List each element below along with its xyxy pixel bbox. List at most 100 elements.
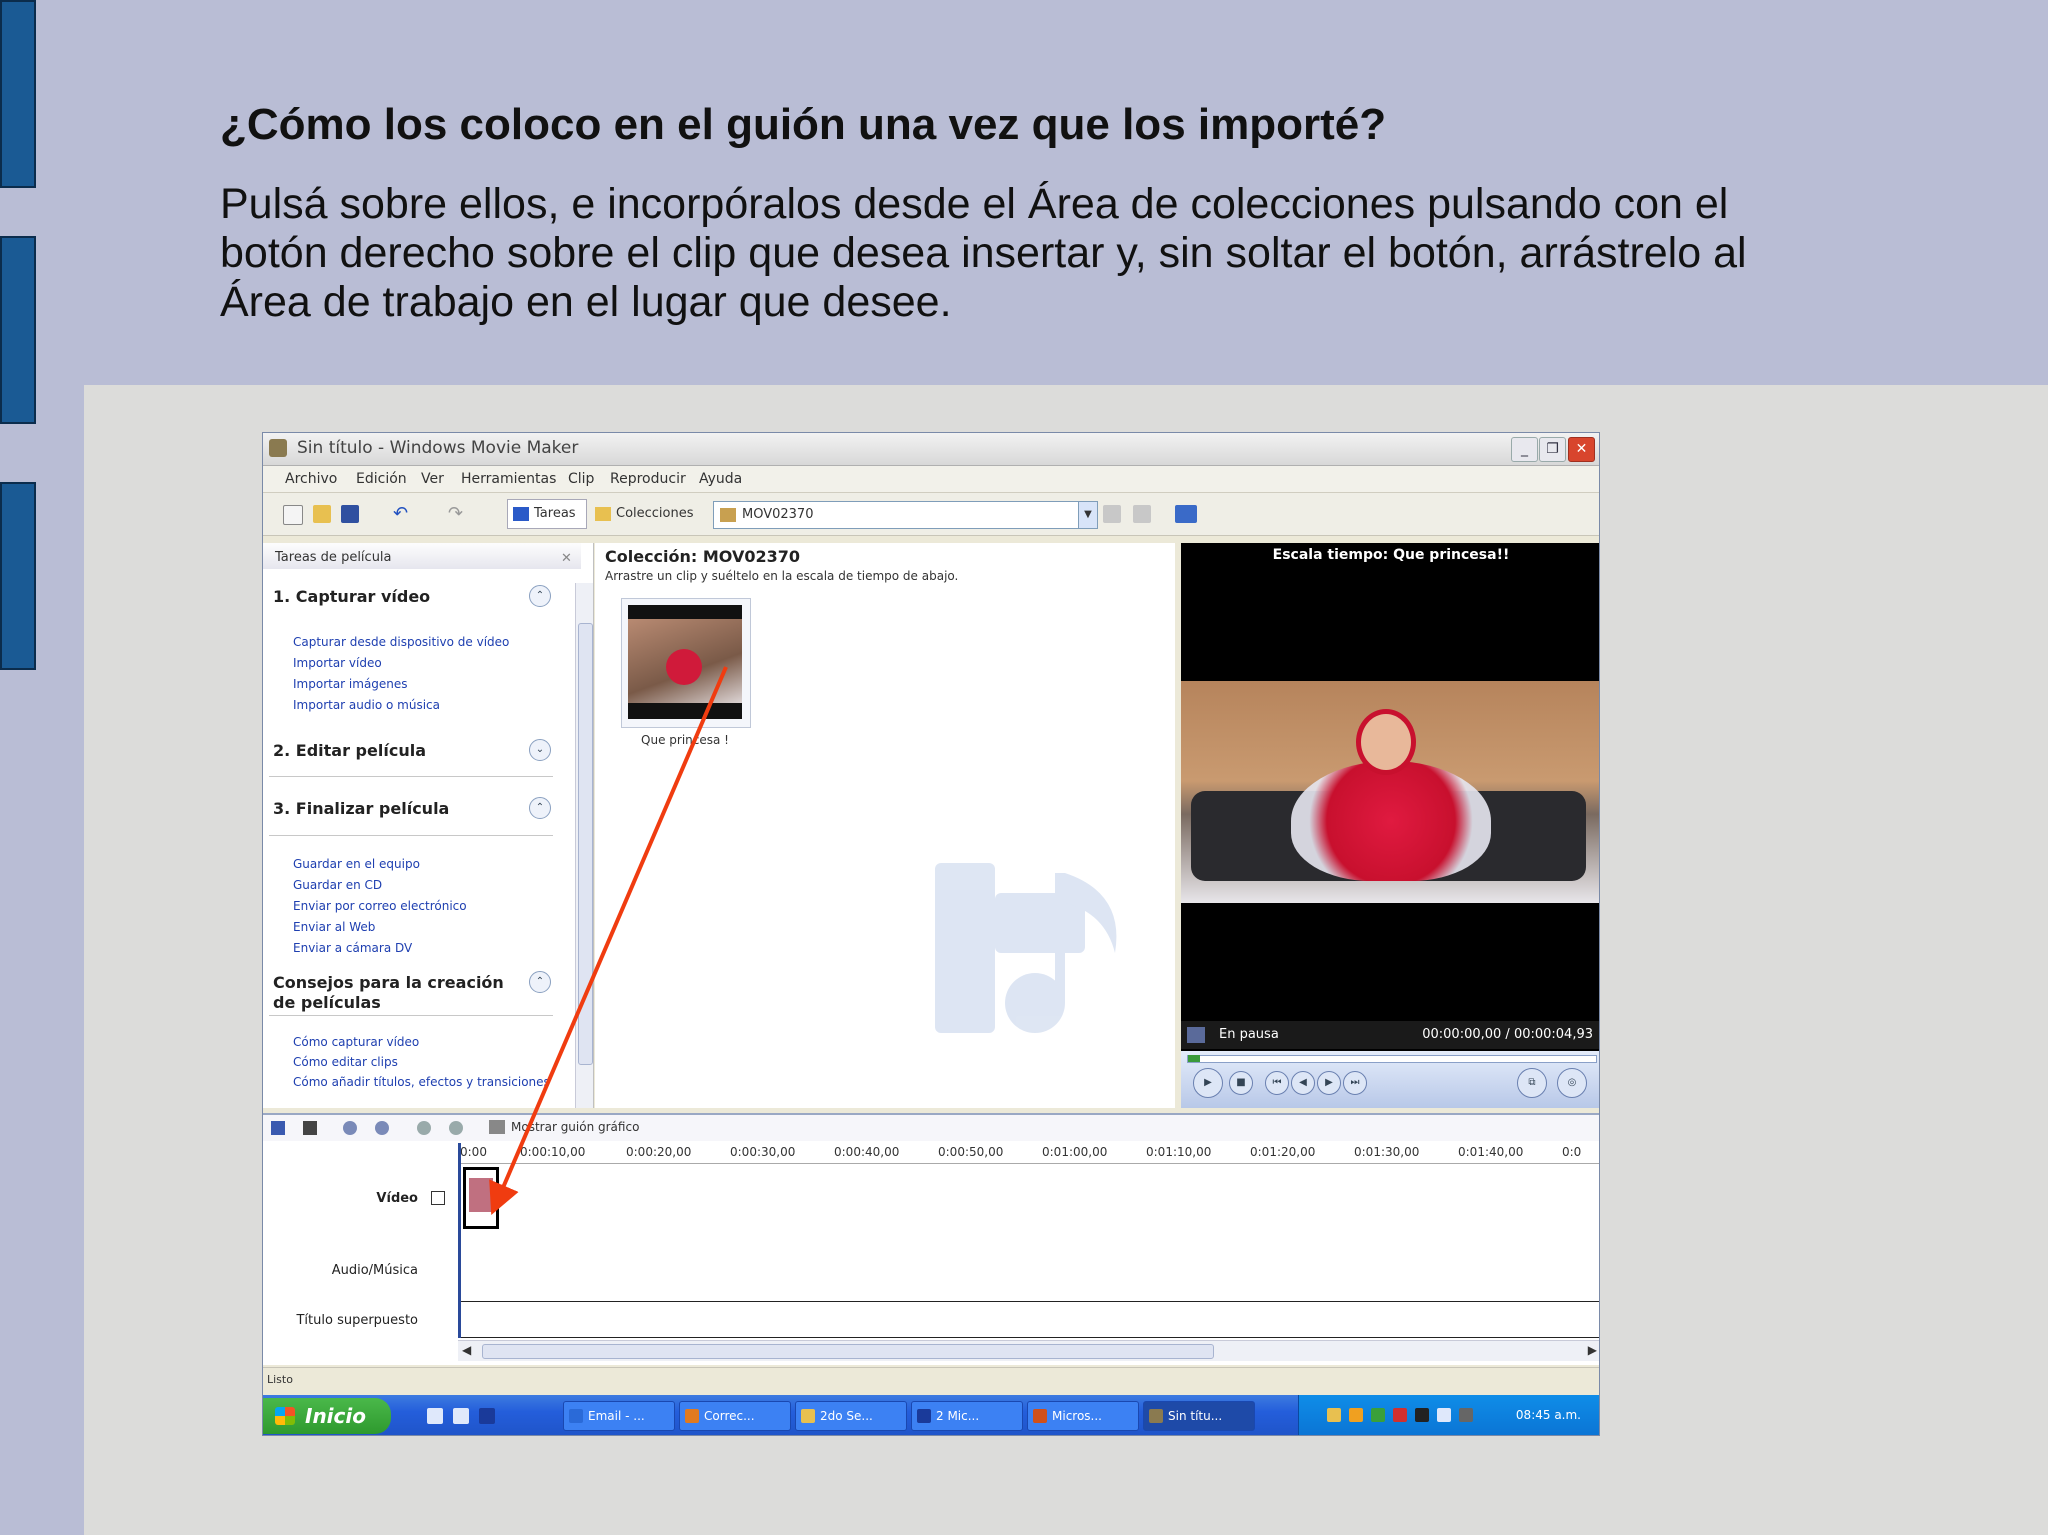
taskbar-folder[interactable]: 2do Se...: [795, 1401, 907, 1431]
track-divider: [458, 1301, 1599, 1302]
up-level-icon[interactable]: [1103, 505, 1121, 523]
collection-clip[interactable]: [621, 598, 751, 728]
word-quicklaunch-icon[interactable]: [479, 1408, 495, 1424]
taskbar-correo-label: Correc...: [704, 1409, 755, 1423]
track-divider: [458, 1337, 1599, 1338]
tasks-scrollbar[interactable]: [575, 583, 593, 1108]
minimize-button[interactable]: _: [1511, 437, 1538, 462]
task-link-save-cd[interactable]: Guardar en CD: [293, 878, 382, 892]
task-link-import-audio[interactable]: Importar audio o música: [293, 698, 440, 712]
ruler-tick: 0:0: [1562, 1145, 1582, 1159]
track-audio-label[interactable]: Audio/Música: [263, 1263, 418, 1278]
play-timeline-icon[interactable]: [449, 1121, 463, 1135]
collections-icon: [595, 507, 611, 521]
zoom-out-icon[interactable]: [375, 1121, 389, 1135]
chevron-up-icon[interactable]: ⌃: [529, 971, 551, 993]
tray-icon[interactable]: [1459, 1408, 1473, 1422]
collection-select[interactable]: MOV02370 ▼: [713, 501, 1098, 529]
snapshot-icon[interactable]: ◎: [1557, 1068, 1587, 1098]
menu-edicion[interactable]: Edición: [356, 471, 407, 487]
seek-bar[interactable]: [1187, 1055, 1597, 1063]
scrollbar-thumb[interactable]: [482, 1344, 1214, 1359]
new-file-icon[interactable]: [283, 505, 303, 525]
previous-frame-icon[interactable]: ⏮: [1265, 1071, 1289, 1095]
task-link-save-computer[interactable]: Guardar en el equipo: [293, 857, 420, 871]
chevron-down-icon[interactable]: ⌄: [529, 739, 551, 761]
playhead[interactable]: [458, 1143, 461, 1338]
zoom-in-icon[interactable]: [343, 1121, 357, 1135]
media-quicklaunch-icon[interactable]: [453, 1408, 469, 1424]
task-link-send-dv[interactable]: Enviar a cámara DV: [293, 941, 412, 955]
tray-icon[interactable]: [1327, 1408, 1341, 1422]
stop-icon[interactable]: ■: [1229, 1071, 1253, 1095]
tray-icon[interactable]: [1393, 1408, 1407, 1422]
task-link-import-images[interactable]: Importar imágenes: [293, 677, 408, 691]
taskbar-email[interactable]: Email - ...: [563, 1401, 675, 1431]
open-folder-icon[interactable]: [313, 505, 331, 523]
chevron-up-icon[interactable]: ⌃: [529, 797, 551, 819]
track-video-label[interactable]: Vídeo: [263, 1191, 418, 1206]
seek-handle[interactable]: [1188, 1055, 1200, 1062]
rewind-icon[interactable]: ◀: [1291, 1071, 1315, 1095]
toolbar: ↶ ↷ Tareas Colecciones MOV02370 ▼: [263, 493, 1599, 536]
taskbar-moviemaker[interactable]: Sin títu...: [1143, 1401, 1255, 1431]
next-frame-icon[interactable]: ⏭: [1343, 1071, 1367, 1095]
taskbar-powerpoint[interactable]: Micros...: [1027, 1401, 1139, 1431]
view-options-icon[interactable]: [1175, 505, 1197, 523]
rewind-timeline-icon[interactable]: [417, 1121, 431, 1135]
menu-clip[interactable]: Clip: [568, 471, 594, 487]
task-link-send-web[interactable]: Enviar al Web: [293, 920, 375, 934]
set-audio-levels-icon[interactable]: [271, 1121, 285, 1135]
section-finish-title[interactable]: 3. Finalizar película: [273, 799, 513, 819]
clip-thumbnail: [628, 605, 742, 719]
taskbar-word[interactable]: 2 Mic...: [911, 1401, 1023, 1431]
new-collection-icon[interactable]: [1133, 505, 1151, 523]
section-capture-title[interactable]: 1. Capturar vídeo: [273, 587, 513, 607]
tray-icon[interactable]: [1437, 1408, 1451, 1422]
clip-label[interactable]: Que princesa !: [619, 733, 751, 747]
restore-button[interactable]: ❐: [1539, 437, 1566, 462]
close-button[interactable]: ✕: [1568, 437, 1595, 462]
task-link-import-video[interactable]: Importar vídeo: [293, 656, 382, 670]
task-link-send-email[interactable]: Enviar por correo electrónico: [293, 899, 467, 913]
chevron-down-icon[interactable]: ▼: [1078, 502, 1097, 528]
menu-herramientas[interactable]: Herramientas: [461, 471, 556, 487]
narrate-icon[interactable]: [303, 1121, 317, 1135]
menu-ayuda[interactable]: Ayuda: [699, 471, 742, 487]
tasks-button[interactable]: Tareas: [507, 499, 587, 529]
play-icon[interactable]: ▶: [1193, 1068, 1223, 1098]
tray-icon[interactable]: [1349, 1408, 1363, 1422]
taskbar-correo[interactable]: Correc...: [679, 1401, 791, 1431]
track-title-label[interactable]: Título superpuesto: [263, 1313, 418, 1328]
task-link-how-edit[interactable]: Cómo editar clips: [293, 1055, 398, 1069]
scroll-left-icon[interactable]: ◀: [462, 1343, 471, 1357]
section-tips-title[interactable]: Consejos para la creación de películas: [273, 973, 513, 1013]
scrollbar-thumb[interactable]: [578, 623, 593, 1065]
start-button[interactable]: Inicio: [263, 1398, 391, 1434]
save-icon[interactable]: [341, 505, 359, 523]
redo-icon[interactable]: ↷: [448, 505, 466, 523]
tray-icon[interactable]: [1415, 1408, 1429, 1422]
undo-icon[interactable]: ↶: [393, 505, 411, 523]
expand-track-icon[interactable]: [431, 1191, 445, 1205]
task-link-capture-device[interactable]: Capturar desde dispositivo de vídeo: [293, 635, 509, 649]
split-clip-icon[interactable]: ⧉: [1517, 1068, 1547, 1098]
tray-icon[interactable]: [1371, 1408, 1385, 1422]
timeline-scrollbar[interactable]: ◀ ▶: [458, 1340, 1599, 1361]
chevron-up-icon[interactable]: ⌃: [529, 585, 551, 607]
menu-reproducir[interactable]: Reproducir: [610, 471, 686, 487]
show-storyboard-button[interactable]: Mostrar guión gráfico: [489, 1120, 639, 1134]
time-ruler[interactable]: 0:00 0:00:10,00 0:00:20,00 0:00:30,00 0:…: [458, 1141, 1599, 1164]
ie-quicklaunch-icon[interactable]: [427, 1408, 443, 1424]
timeline-clip[interactable]: [463, 1167, 499, 1229]
task-link-how-capture[interactable]: Cómo capturar vídeo: [293, 1035, 419, 1049]
powerpoint-icon: [1033, 1409, 1047, 1423]
task-link-how-titles[interactable]: Cómo añadir títulos, efectos y transicio…: [293, 1075, 550, 1089]
section-edit-title[interactable]: 2. Editar película: [273, 741, 513, 761]
scroll-right-icon[interactable]: ▶: [1588, 1343, 1597, 1357]
menu-archivo[interactable]: Archivo: [285, 471, 337, 487]
collections-button[interactable]: Colecciones: [589, 499, 699, 529]
forward-icon[interactable]: ▶: [1317, 1071, 1341, 1095]
close-icon[interactable]: ✕: [561, 551, 572, 566]
menu-ver[interactable]: Ver: [421, 471, 444, 487]
